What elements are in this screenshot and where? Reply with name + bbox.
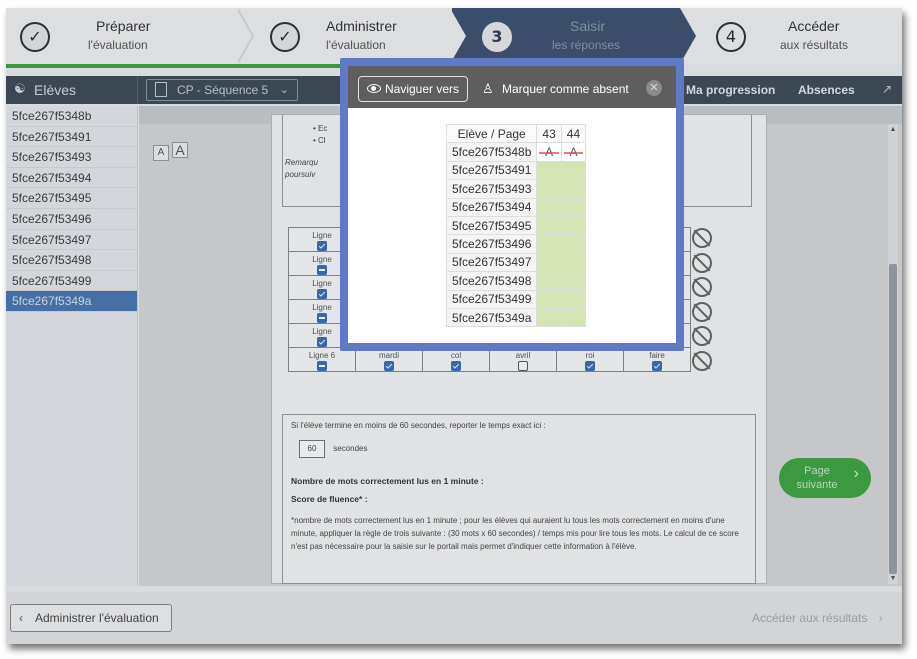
page-cell[interactable] <box>560 271 587 291</box>
eye-icon <box>367 84 381 93</box>
absent-cell[interactable]: A <box>536 142 562 162</box>
page-cell[interactable] <box>560 160 587 181</box>
page-cell[interactable] <box>560 289 587 309</box>
navigate-to-label: Naviguer vers <box>385 82 460 96</box>
page-cell[interactable] <box>536 271 562 291</box>
grid-student-id[interactable]: 5fce267f53499 <box>445 289 538 309</box>
grid-row: 5fce267f53491 <box>445 160 587 181</box>
page-cell[interactable] <box>536 307 562 328</box>
student-page-grid: Elève / Page 43 44 5fce267f5348b A A 5fce26… <box>445 123 587 328</box>
page-cell[interactable] <box>536 160 562 181</box>
grid-student-id[interactable]: 5fce267f53496 <box>445 234 538 254</box>
grid-student-id[interactable]: 5fce267f5348b <box>445 142 538 162</box>
grid-header-student: Elève / Page <box>445 123 538 144</box>
grid-student-id[interactable]: 5fce267f53493 <box>445 179 538 199</box>
modal-body: Naviguer vers ♙ Marquer comme absent ✕ E… <box>348 66 676 343</box>
page-cell[interactable] <box>536 289 562 309</box>
page-cell[interactable] <box>536 252 562 273</box>
app-window: ✓ Préparer l'évaluation ✓ Administrer l'… <box>6 8 902 644</box>
grid-student-id[interactable]: 5fce267f53491 <box>445 160 538 181</box>
page-cell[interactable] <box>536 215 562 236</box>
close-icon[interactable]: ✕ <box>646 80 662 96</box>
mark-absent-label: Marquer comme absent <box>502 82 629 96</box>
grid-row: 5fce267f53497 <box>445 252 587 273</box>
grid-row: 5fce267f53498 <box>445 271 587 291</box>
absent-cell[interactable]: A <box>560 142 587 162</box>
grid-row: 5fce267f53499 <box>445 289 587 309</box>
grid-student-id[interactable]: 5fce267f5349a <box>445 307 538 328</box>
grid-student-id[interactable]: 5fce267f53495 <box>445 215 538 236</box>
page-cell[interactable] <box>560 197 587 217</box>
grid-student-id[interactable]: 5fce267f53498 <box>445 271 538 291</box>
grid-row: 5fce267f5348b A A <box>445 142 587 162</box>
person-icon: ♙ <box>482 81 494 96</box>
grid-student-id[interactable]: 5fce267f53494 <box>445 197 538 217</box>
page-cell[interactable] <box>536 179 562 199</box>
navigate-to-button[interactable]: Naviguer vers <box>358 76 468 102</box>
grid-header-page: 44 <box>560 123 587 144</box>
page-cell[interactable] <box>560 179 587 199</box>
grid-row: 5fce267f53496 <box>445 234 587 254</box>
navigation-modal: Naviguer vers ♙ Marquer comme absent ✕ E… <box>340 58 684 351</box>
grid-row: 5fce267f53495 <box>445 215 587 236</box>
mark-absent-button[interactable]: ♙ Marquer comme absent <box>480 76 629 102</box>
page-cell[interactable] <box>560 215 587 236</box>
grid-row: 5fce267f53493 <box>445 179 587 199</box>
page-cell[interactable] <box>560 234 587 254</box>
modal-header: Naviguer vers ♙ Marquer comme absent ✕ <box>348 66 676 108</box>
grid-row: 5fce267f5349a <box>445 307 587 328</box>
page-cell[interactable] <box>536 234 562 254</box>
grid-row: 5fce267f53494 <box>445 197 587 217</box>
grid-header-page: 43 <box>536 123 562 144</box>
page-cell[interactable] <box>560 252 587 273</box>
page-cell[interactable] <box>536 197 562 217</box>
grid-student-id[interactable]: 5fce267f53497 <box>445 252 538 273</box>
page-cell[interactable] <box>560 307 587 328</box>
